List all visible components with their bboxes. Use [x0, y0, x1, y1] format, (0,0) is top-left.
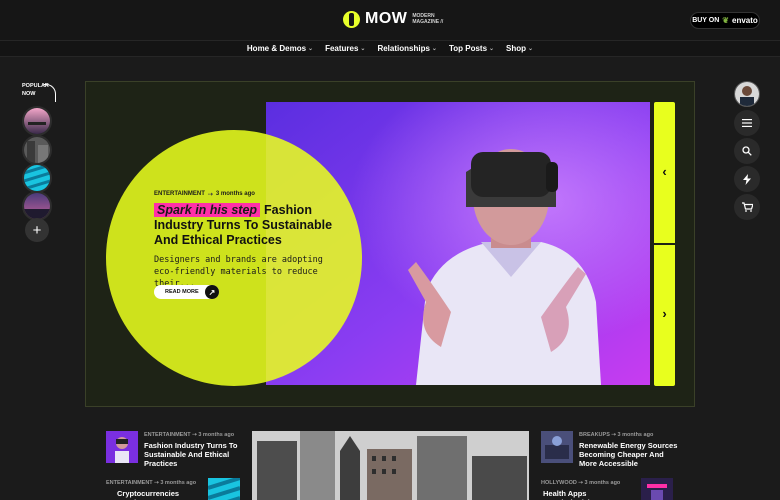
read-more-label: READ MORE: [165, 289, 199, 295]
thumb-image: [24, 193, 50, 219]
news-thumb-1[interactable]: [106, 431, 138, 463]
hero-title[interactable]: Spark in his step Fashion Industry Turns …: [154, 203, 336, 248]
envato-leaf-icon: ❦: [722, 16, 729, 25]
news-thumb-2[interactable]: [208, 478, 240, 500]
news-title-2[interactable]: Cryptocurrencies Surging: [117, 489, 207, 500]
popular-thumb-4[interactable]: [22, 191, 52, 221]
hero-slider: ENTERTAINMENT ⇢ 3 months ago Spark in hi…: [85, 81, 695, 407]
nav-label: Features: [325, 44, 359, 53]
news-thumb-3[interactable]: [541, 431, 573, 463]
bolt-glyph: [743, 173, 751, 185]
main-nav: Home & Demos ⌄ Features ⌄ Relationships ⌄ T…: [0, 40, 780, 57]
search-icon[interactable]: [734, 138, 760, 164]
hero-meta: ENTERTAINMENT ⇢ 3 months ago: [154, 191, 255, 198]
news-category[interactable]: ENTERTAINMENT: [144, 432, 191, 438]
nav-item-home-demos[interactable]: Home & Demos ⌄: [247, 44, 313, 53]
nav-item-features[interactable]: Features ⌄: [325, 44, 365, 53]
hero-time: 3 months ago: [215, 191, 255, 197]
news-meta-4: HOLLYWOOD ⇢ 3 months ago: [541, 480, 620, 486]
popular-thumb-2[interactable]: [22, 135, 52, 165]
news-meta-3: BREAKUPS ⇢ 3 months ago: [579, 432, 653, 438]
menu-icon[interactable]: [734, 110, 760, 136]
flash-icon[interactable]: [734, 166, 760, 192]
slider-arrows: ‹ ›: [654, 102, 675, 386]
thumb-image: [24, 137, 50, 163]
buy-label: BUY ON: [692, 17, 720, 24]
hero-category[interactable]: ENTERTAINMENT: [154, 191, 205, 198]
logo-mark-icon: [343, 10, 360, 28]
thumb-image: [24, 165, 50, 191]
chevron-down-icon: ⌄: [528, 46, 534, 52]
arrow-separator-icon: ⇢: [611, 432, 617, 438]
news-title-3[interactable]: Renewable Energy Sources Becoming Cheape…: [579, 441, 679, 468]
news-category[interactable]: HOLLYWOOD: [541, 480, 577, 486]
user-avatar[interactable]: [734, 81, 760, 107]
thumb-image: [106, 431, 138, 463]
nav-label: Home & Demos: [246, 44, 307, 53]
next-arrow-icon[interactable]: ›: [654, 306, 675, 321]
envato-brand: envato: [732, 16, 758, 25]
chevron-down-icon: ⌄: [489, 46, 495, 52]
chevron-down-icon: ⌄: [431, 46, 437, 52]
chevron-down-icon: ⌄: [360, 46, 366, 52]
logo-sub-line-2: MAGAZINE //: [412, 19, 444, 25]
news-time: 3 months ago: [617, 432, 654, 438]
thumb-image: [641, 478, 673, 500]
hero-highlight: Spark in his step: [154, 203, 261, 217]
buy-on-envato-button[interactable]: BUY ON ❦ envato: [690, 12, 760, 29]
nav-label: Top Posts: [448, 44, 488, 53]
prev-arrow-icon[interactable]: ‹: [654, 164, 675, 179]
read-more-button[interactable]: READ MORE ↗: [154, 285, 219, 299]
news-title-4[interactable]: Health Apps Revolutionizing: [543, 489, 639, 500]
cart-glyph: [741, 202, 753, 212]
popular-thumb-3[interactable]: [22, 163, 52, 193]
featured-city-image[interactable]: [252, 431, 529, 500]
nav-label: Shop: [506, 44, 527, 53]
news-title-1[interactable]: Fashion Industry Turns To Sustainable An…: [144, 441, 244, 468]
news-meta-2: ENTERTAINMENT ⇢ 3 months ago: [106, 480, 196, 486]
news-meta-1: ENTERTAINMENT ⇢ 3 months ago: [144, 432, 234, 438]
news-time: 3 months ago: [198, 432, 235, 438]
thumb-image: [208, 478, 240, 500]
cart-icon[interactable]: [734, 194, 760, 220]
logo-text: MOW: [365, 10, 408, 27]
news-time: 3 months ago: [584, 480, 621, 486]
arrow-divider: [654, 243, 675, 245]
nav-item-shop[interactable]: Shop ⌄: [506, 44, 533, 53]
thumb-image: [541, 431, 573, 463]
top-bar: MOW MODERN MAGAZINE // BUY ON ❦ envato: [0, 0, 780, 40]
nav-item-relationships[interactable]: Relationships ⌄: [377, 44, 436, 53]
chevron-down-icon: ⌄: [308, 46, 314, 52]
plus-icon[interactable]: +: [25, 218, 49, 242]
news-category[interactable]: ENTERTAINMENT: [106, 480, 153, 486]
site-logo[interactable]: MOW MODERN MAGAZINE //: [343, 10, 443, 28]
arrow-up-right-icon: ↗: [205, 285, 219, 299]
popular-thumb-1[interactable]: [22, 106, 52, 136]
news-time: 3 months ago: [160, 480, 197, 486]
hamburger-lines: [742, 119, 752, 127]
arrow-separator-icon: ⇢: [207, 192, 213, 198]
logo-tagline: MODERN MAGAZINE //: [412, 13, 443, 25]
news-thumb-4[interactable]: [641, 478, 673, 500]
curved-arrow-icon: [44, 84, 56, 102]
city-photo: [252, 431, 529, 500]
thumb-image: [24, 108, 50, 134]
arrow-separator-icon: ⇢: [192, 432, 197, 438]
arrow-separator-icon: ⇢: [154, 480, 159, 486]
news-category[interactable]: BREAKUPS: [579, 432, 610, 438]
arrow-separator-icon: ⇢: [578, 480, 583, 486]
nav-label: Relationships: [377, 44, 430, 53]
magnifier-glyph: [742, 146, 752, 156]
avatar-image: [735, 82, 759, 106]
nav-item-top-posts[interactable]: Top Posts ⌄: [449, 44, 494, 53]
